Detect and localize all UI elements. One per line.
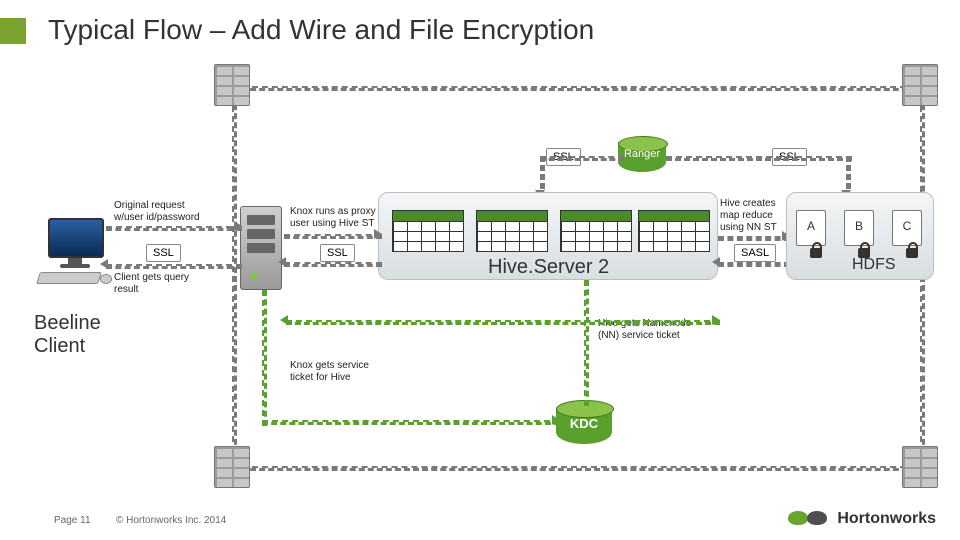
mouse-icon xyxy=(100,274,112,284)
original-request-label: Original request w/user id/password xyxy=(114,200,210,224)
firewall-icon xyxy=(214,64,250,106)
page-number: Page 11 xyxy=(54,515,91,526)
lock-icon xyxy=(906,248,918,258)
table-icon xyxy=(560,210,632,252)
knox-to-hive xyxy=(284,234,382,239)
elephant-icon xyxy=(788,511,808,525)
perimeter-left xyxy=(232,86,237,472)
hive-to-kdc-v xyxy=(584,280,589,406)
client-result-label: Client gets query result xyxy=(114,272,204,296)
table-icon xyxy=(476,210,548,252)
ssl-badge: SSL xyxy=(320,244,355,262)
green-arrow-left-icon xyxy=(280,315,288,325)
firewall-icon xyxy=(902,64,938,106)
knox-to-kdc-h xyxy=(262,420,560,425)
beeline-client-label: Beeline Client xyxy=(34,312,124,358)
arrow-right-icon xyxy=(374,229,382,239)
keyboard-icon xyxy=(36,272,102,284)
datanode-C: C xyxy=(892,210,922,246)
green-arrow-right-icon xyxy=(552,415,560,425)
elephant-icon xyxy=(807,511,827,525)
ranger-right-h xyxy=(666,156,852,161)
kdc-label: KDC xyxy=(556,416,612,431)
hortonworks-logo: Hortonworks xyxy=(788,510,936,528)
hdfs-to-hive xyxy=(718,262,790,267)
sasl-badge: SASL xyxy=(734,244,776,262)
client-to-knox xyxy=(106,226,242,231)
firewall-icon xyxy=(902,446,938,488)
slide-title: Typical Flow – Add Wire and File Encrypt… xyxy=(48,14,594,46)
knox-ticket-label: Knox gets service ticket for Hive xyxy=(290,360,386,384)
hive-to-knox xyxy=(284,262,382,267)
ranger-label: Ranger xyxy=(618,148,666,160)
hiveserver-label: Hive.Server 2 xyxy=(488,256,609,279)
table-icon xyxy=(392,210,464,252)
knox-to-client xyxy=(106,264,242,269)
ssl-badge: SSL xyxy=(146,244,181,262)
lock-icon xyxy=(810,248,822,258)
brand-text: Hortonworks xyxy=(837,510,936,527)
arrow-left-icon xyxy=(712,257,720,267)
datanode-A: A xyxy=(796,210,826,246)
ranger-left-h xyxy=(540,156,624,161)
knox-proxy-label: Knox runs as proxy user using Hive ST xyxy=(290,206,386,230)
firewall-icon xyxy=(214,446,250,488)
hive-to-hdfs xyxy=(718,236,790,241)
knox-to-kdc-v xyxy=(262,290,267,426)
arrow-right-icon xyxy=(234,221,242,231)
copyright: © Hortonworks Inc. 2014 xyxy=(116,515,226,526)
datanode-B: B xyxy=(844,210,874,246)
kdc-icon: KDC xyxy=(556,400,612,444)
green-arrow-right-icon xyxy=(712,315,720,325)
arrow-left-icon xyxy=(278,257,286,267)
hdfs-label: HDFS xyxy=(852,256,896,274)
hive-mr-label: Hive creates map reduce using NN ST xyxy=(720,198,790,234)
ranger-db-icon: Ranger xyxy=(618,136,666,172)
return-path xyxy=(286,320,720,325)
table-icon xyxy=(638,210,710,252)
accent-bar xyxy=(0,18,26,44)
perimeter-bottom xyxy=(232,466,926,471)
perimeter-top xyxy=(232,86,926,91)
client-monitor-icon xyxy=(48,218,102,272)
arrow-left-icon xyxy=(100,259,108,269)
knox-gateway-icon xyxy=(240,206,282,290)
